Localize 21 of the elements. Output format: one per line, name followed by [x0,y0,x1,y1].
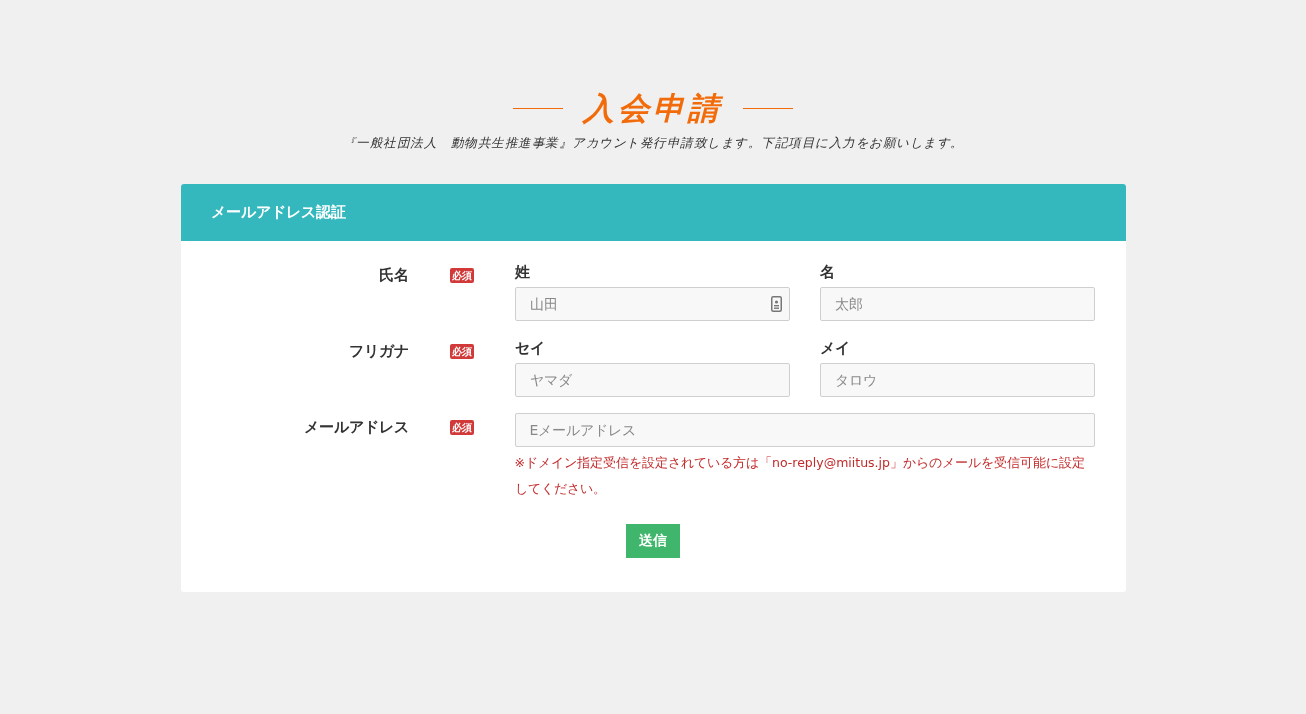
field-sublabel: 名 [819,261,836,283]
text-field[interactable]: タロウ [819,362,1095,397]
contact-card-icon[interactable] [770,295,782,312]
field-label: フリガナ [348,340,409,362]
field-sublabel: セイ [514,337,546,359]
domain-note: ※ドメイン指定受信を設定されている方は「no-reply@miitus.jp」からのメールを受信可能に設定してください。 [514,453,1086,498]
submit-button[interactable]: 送信 [626,523,680,558]
field-sublabel: メイ [819,337,851,359]
card-header-title: メールアドレス認証 [210,202,346,223]
text-field[interactable]: Eメールアドレス [514,412,1095,447]
field-label: メールアドレス [303,416,409,438]
required-badge: 必須 [449,343,474,359]
required-badge: 必須 [449,419,474,435]
text-field[interactable]: 山田 [514,286,790,321]
field-label: 氏名 [378,264,409,286]
field-sublabel: 姓 [514,261,531,283]
page-title: 入会申請 [583,89,723,128]
required-badge: 必須 [449,267,474,283]
page-subtitle: 『一般社団法人 動物共生推進事業』アカウント発行申請致します。下記項目に入力をお願いします。 [342,134,964,152]
text-field[interactable]: ヤマダ [514,362,790,397]
text-field[interactable]: 太郎 [819,286,1095,321]
